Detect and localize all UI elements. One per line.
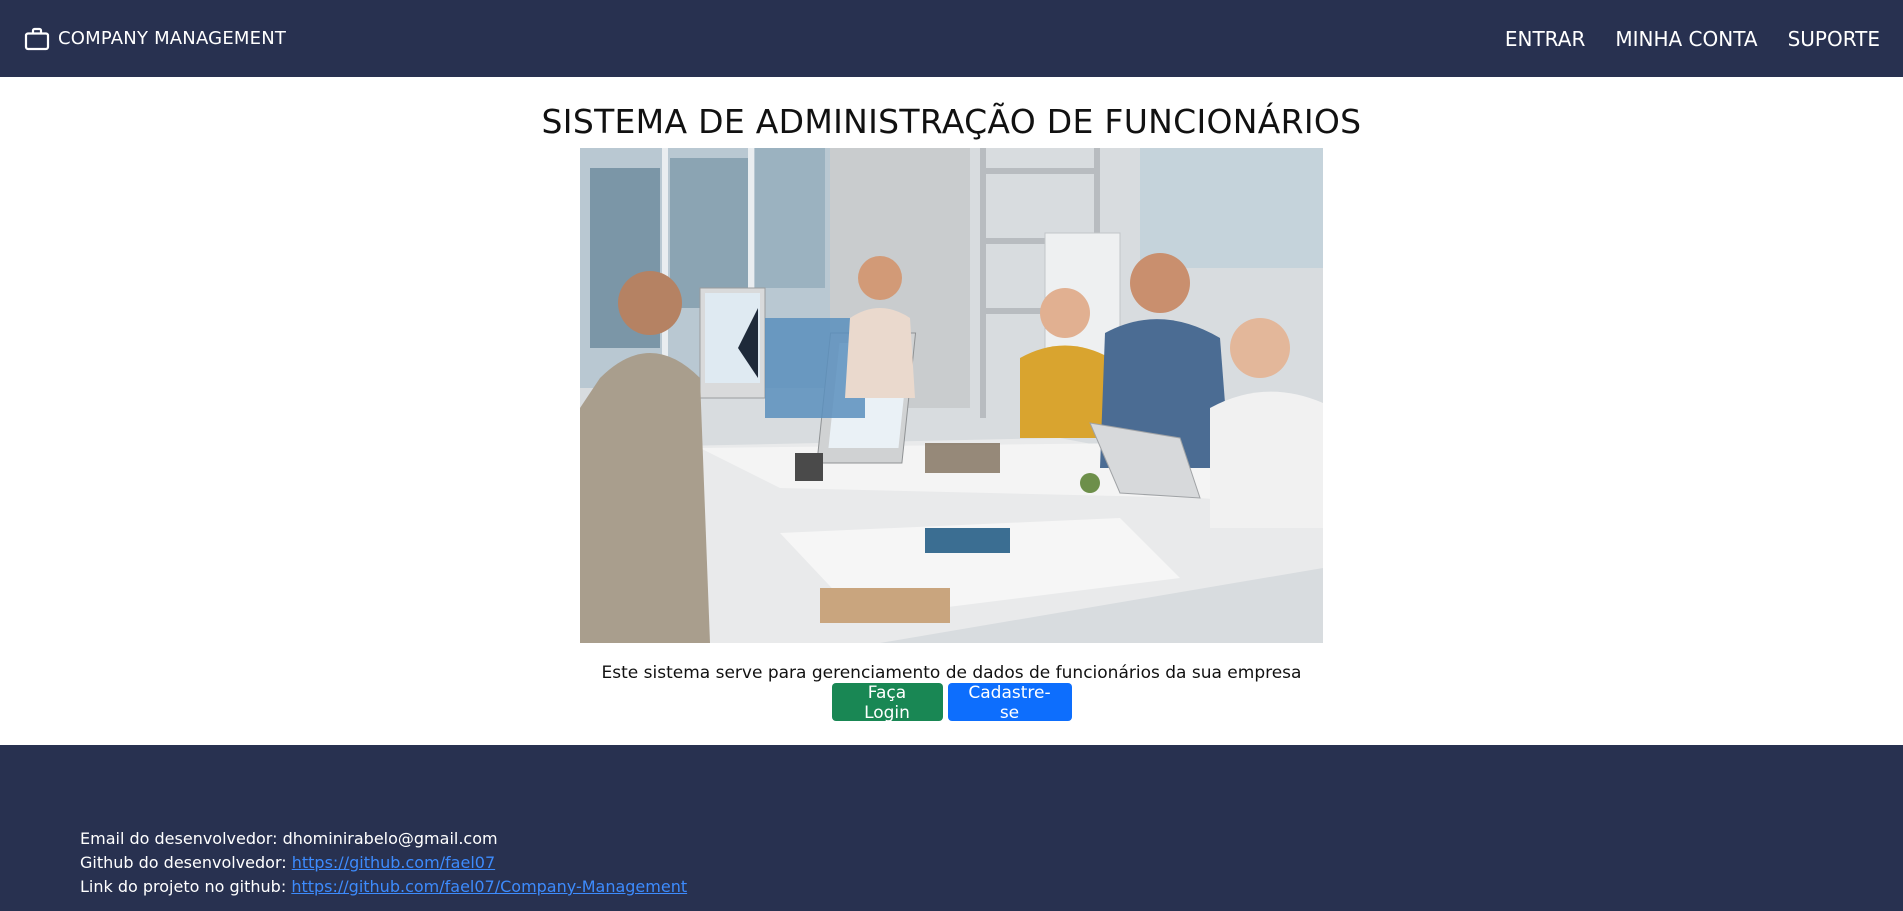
- footer-project-link[interactable]: https://github.com/fael07/Company-Manage…: [291, 877, 687, 896]
- navbar: COMPANY MANAGEMENT ENTRAR MINHA CONTA SU…: [0, 0, 1903, 77]
- action-buttons: Faça Login Cadastre-se: [0, 683, 1903, 723]
- page-title: SISTEMA DE ADMINISTRAÇÃO DE FUNCIONÁRIOS: [541, 102, 1362, 141]
- nav-link-entrar[interactable]: ENTRAR: [1505, 27, 1585, 51]
- footer-project-line: Link do projeto no github: https://githu…: [80, 875, 1903, 899]
- login-button[interactable]: Faça Login: [831, 683, 943, 723]
- nav-link-suporte[interactable]: SUPORTE: [1788, 27, 1880, 51]
- signup-button[interactable]: Cadastre-se: [947, 683, 1072, 723]
- footer-github-line: Github do desenvolvedor: https://github.…: [80, 851, 1903, 875]
- main-content: SISTEMA DE ADMINISTRAÇÃO DE FUNCIONÁRIOS: [0, 77, 1903, 745]
- footer: Email do desenvolvedor: dhominirabelo@gm…: [0, 745, 1903, 911]
- footer-email-label: Email do desenvolvedor:: [80, 829, 278, 848]
- footer-email-value: dhominirabelo@gmail.com: [282, 829, 498, 848]
- brand-label: COMPANY MANAGEMENT: [58, 28, 287, 49]
- brand-link[interactable]: COMPANY MANAGEMENT: [24, 27, 286, 51]
- nav-links: ENTRAR MINHA CONTA SUPORTE: [1505, 27, 1880, 51]
- footer-github-link[interactable]: https://github.com/fael07: [292, 853, 495, 872]
- hero-image: [580, 148, 1323, 643]
- footer-email-line: Email do desenvolvedor: dhominirabelo@gm…: [80, 827, 1903, 851]
- nav-link-minha-conta[interactable]: MINHA CONTA: [1615, 27, 1757, 51]
- hero-caption: Este sistema serve para gerenciamento de…: [601, 663, 1302, 683]
- briefcase-icon: [24, 27, 50, 51]
- footer-github-label: Github do desenvolvedor:: [80, 853, 287, 872]
- footer-project-label: Link do projeto no github:: [80, 877, 287, 896]
